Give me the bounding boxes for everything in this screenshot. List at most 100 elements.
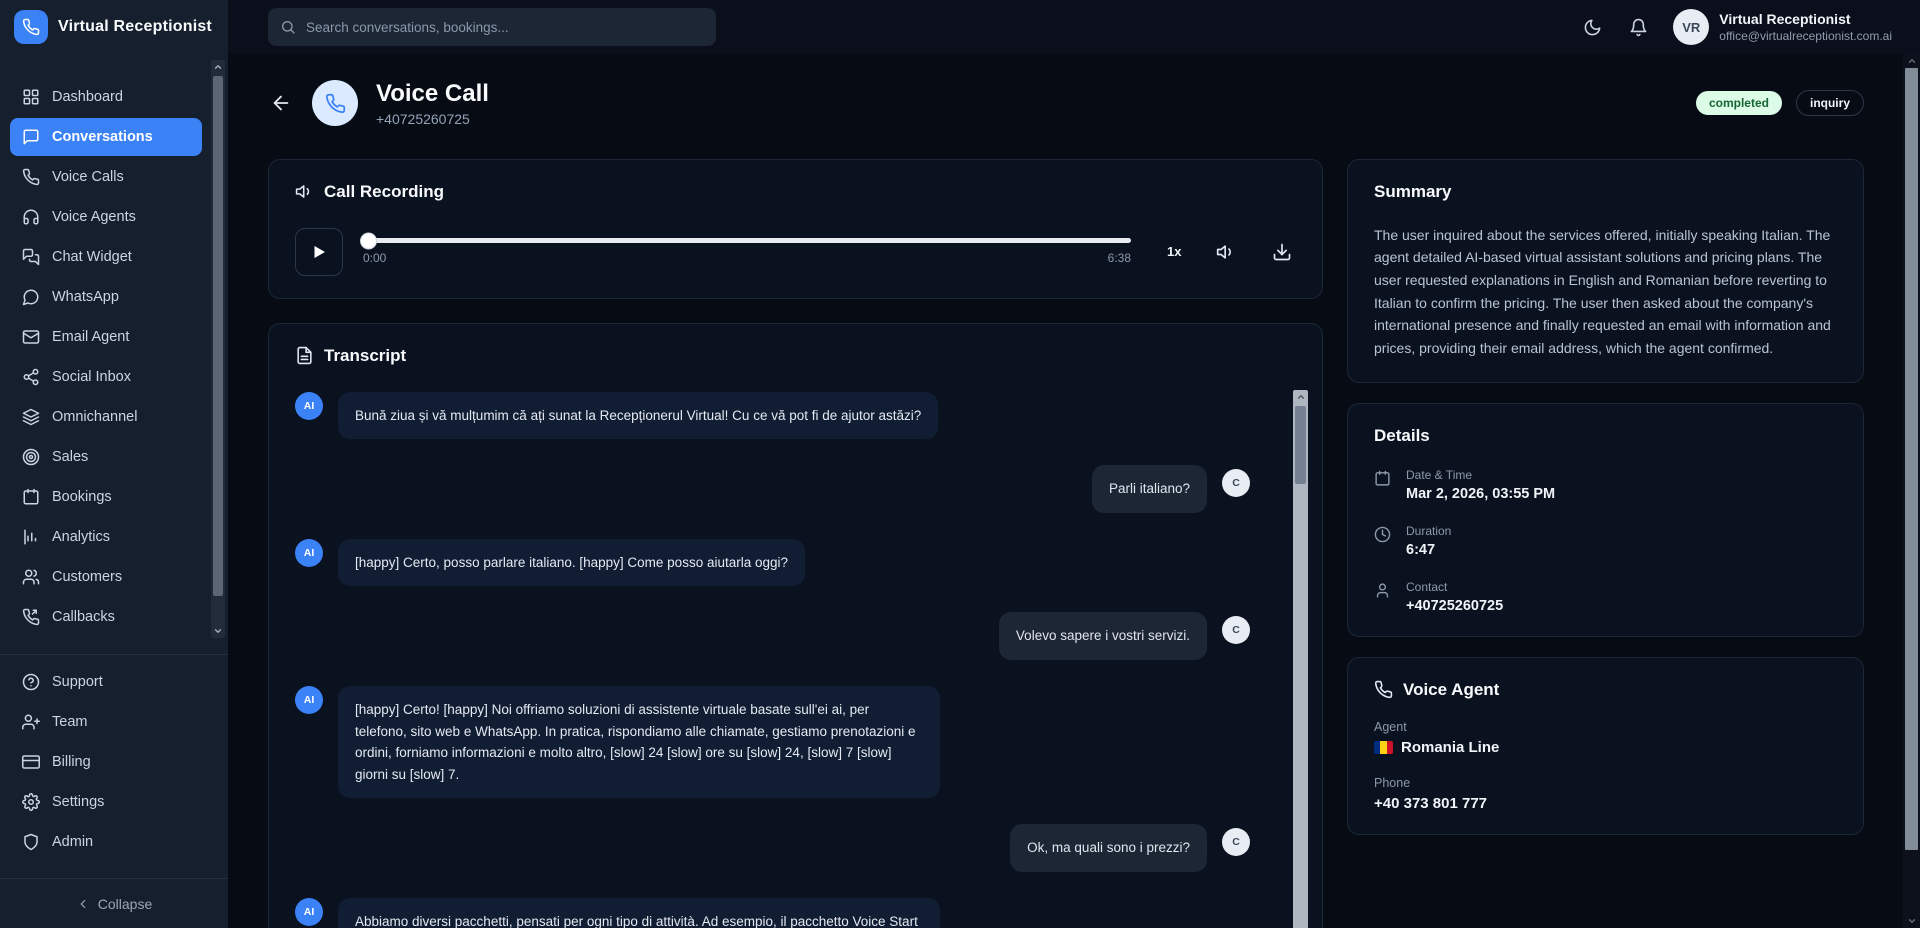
sidebar-item-label: Billing — [52, 754, 91, 770]
page-title: Voice Call — [376, 80, 489, 108]
agent-label: Agent — [1374, 720, 1837, 734]
search-placeholder: Search conversations, bookings... — [306, 20, 509, 35]
speaker-icon — [295, 182, 314, 201]
sidebar-item-social-inbox[interactable]: Social Inbox — [10, 358, 202, 396]
detail-value: +40725260725 — [1406, 598, 1503, 614]
sidebar-item-customers[interactable]: Customers — [10, 558, 202, 596]
avatar: VR — [1673, 9, 1709, 45]
sidebar-item-label: Conversations — [52, 129, 153, 145]
romania-flag-icon — [1374, 741, 1393, 754]
mail-icon — [22, 328, 40, 346]
credit-card-icon — [22, 753, 40, 771]
scroll-up-icon[interactable] — [1296, 390, 1306, 404]
sidebar-item-label: Customers — [52, 569, 122, 585]
ai-avatar: AI — [295, 686, 323, 714]
transcript-message: AI Abbiamo diversi pacchetti, pensati pe… — [295, 898, 1250, 928]
total-time: 6:38 — [1108, 251, 1131, 265]
phone-icon — [22, 168, 40, 186]
seek-slider-thumb[interactable] — [361, 233, 376, 248]
back-button[interactable] — [268, 90, 294, 116]
sidebar-item-email-agent[interactable]: Email Agent — [10, 318, 202, 356]
top-bar: Virtual Receptionist Search conversation… — [0, 0, 1920, 54]
user-email: office@virtualreceptionist.com.ai — [1719, 29, 1892, 43]
scrollbar-thumb[interactable] — [213, 76, 223, 596]
volume-icon — [1216, 242, 1236, 262]
detail-label: Duration — [1406, 524, 1451, 538]
sidebar-item-label: Chat Widget — [52, 249, 132, 265]
sidebar-item-bookings[interactable]: Bookings — [10, 478, 202, 516]
sidebar-scrollbar[interactable] — [211, 60, 225, 638]
volume-button[interactable] — [1215, 241, 1237, 263]
caller-avatar: C — [1222, 469, 1250, 497]
sidebar-item-conversations[interactable]: Conversations — [10, 118, 202, 156]
scroll-down-icon[interactable] — [213, 624, 223, 638]
share-icon — [22, 368, 40, 386]
sidebar-item-team[interactable]: Team — [10, 703, 202, 741]
sidebar-item-voice-calls[interactable]: Voice Calls — [10, 158, 202, 196]
search-input[interactable]: Search conversations, bookings... — [268, 8, 716, 46]
collapse-sidebar-button[interactable]: Collapse — [0, 878, 228, 928]
sidebar-item-sales[interactable]: Sales — [10, 438, 202, 476]
sidebar-item-label: Team — [52, 714, 87, 730]
details-title: Details — [1374, 426, 1430, 446]
scroll-down-icon[interactable] — [1907, 914, 1917, 928]
detail-row-datetime: Date & Time Mar 2, 2026, 03:55 PM — [1374, 468, 1837, 502]
sidebar: Dashboard Conversations Voice Calls Voic… — [0, 54, 228, 928]
sidebar-divider — [0, 654, 228, 655]
caller-avatar: C — [1222, 828, 1250, 856]
transcript-message: AI [happy] Certo! [happy] Noi offriamo s… — [295, 686, 1250, 798]
sidebar-item-support[interactable]: Support — [10, 663, 202, 701]
message-bubble: Parli italiano? — [1092, 465, 1207, 513]
caller-avatar: C — [1222, 616, 1250, 644]
page-scrollbar[interactable] — [1903, 54, 1920, 928]
sidebar-item-dashboard[interactable]: Dashboard — [10, 78, 202, 116]
arrow-left-icon — [270, 92, 292, 114]
user-menu[interactable]: VR Virtual Receptionist office@virtualre… — [1673, 9, 1892, 45]
notifications-button[interactable] — [1627, 16, 1649, 38]
message-bubble: [happy] Certo, posso parlare italiano. [… — [338, 539, 805, 587]
sidebar-item-callbacks[interactable]: Callbacks — [10, 598, 202, 636]
sidebar-item-settings[interactable]: Settings — [10, 783, 202, 821]
analytics-icon — [22, 528, 40, 546]
sidebar-item-whatsapp[interactable]: WhatsApp — [10, 278, 202, 316]
sidebar-item-omnichannel[interactable]: Omnichannel — [10, 398, 202, 436]
scrollbar-thumb[interactable] — [1905, 68, 1918, 850]
playback-speed-button[interactable]: 1x — [1167, 244, 1181, 259]
download-recording-button[interactable] — [1271, 241, 1293, 263]
download-icon — [1272, 242, 1292, 262]
caller-number: +40725260725 — [376, 111, 489, 127]
user-name: Virtual Receptionist — [1719, 11, 1892, 29]
message-bubble: Abbiamo diversi pacchetti, pensati per o… — [338, 898, 940, 928]
detail-row-duration: Duration 6:47 — [1374, 524, 1837, 558]
summary-card: Summary The user inquired about the serv… — [1347, 159, 1864, 383]
sidebar-item-label: Admin — [52, 834, 93, 850]
clock-icon — [1374, 526, 1392, 544]
message-bubble: Bună ziua și vă mulțumim că ați sunat la… — [338, 392, 938, 440]
sidebar-item-billing[interactable]: Billing — [10, 743, 202, 781]
sidebar-item-voice-agents[interactable]: Voice Agents — [10, 198, 202, 236]
collapse-label: Collapse — [98, 896, 152, 912]
ai-avatar: AI — [295, 539, 323, 567]
message-bubble: Volevo sapere i vostri servizi. — [999, 612, 1207, 660]
gear-icon — [22, 793, 40, 811]
scroll-up-icon[interactable] — [1907, 54, 1917, 68]
detail-label: Contact — [1406, 580, 1503, 594]
help-icon — [22, 673, 40, 691]
sidebar-item-admin[interactable]: Admin — [10, 823, 202, 861]
details-card: Details Date & Time Mar 2, 2026, 03:55 P… — [1347, 403, 1864, 637]
status-badge: completed — [1696, 91, 1782, 115]
dashboard-icon — [22, 88, 40, 106]
scroll-up-icon[interactable] — [213, 60, 223, 74]
sidebar-item-analytics[interactable]: Analytics — [10, 518, 202, 556]
scrollbar-thumb[interactable] — [1295, 406, 1306, 484]
target-icon — [22, 448, 40, 466]
chevron-left-icon — [76, 897, 90, 911]
seek-slider[interactable] — [363, 238, 1131, 243]
dark-mode-toggle[interactable] — [1581, 16, 1603, 38]
transcript-scrollbar[interactable] — [1293, 390, 1308, 928]
play-button[interactable] — [295, 228, 343, 276]
detail-label: Date & Time — [1406, 468, 1555, 482]
sidebar-item-label: Dashboard — [52, 89, 123, 105]
calendar-icon — [22, 488, 40, 506]
sidebar-item-chat-widget[interactable]: Chat Widget — [10, 238, 202, 276]
